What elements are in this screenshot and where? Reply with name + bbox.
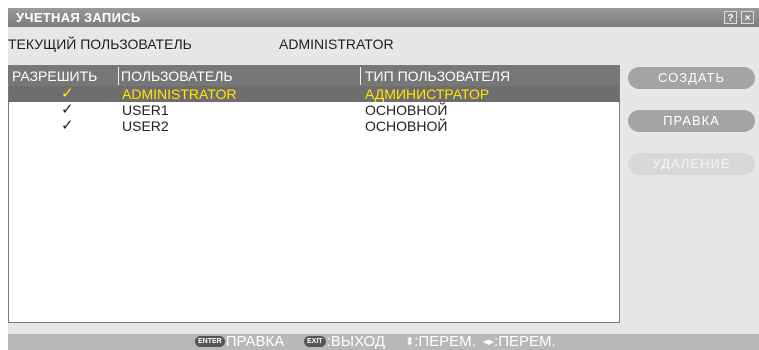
table-header: РАЗРЕШИТЬ ПОЛЬЗОВАТЕЛЬ ТИП ПОЛЬЗОВАТЕЛЯ bbox=[9, 66, 619, 86]
left-right-arrow-icon: ◂▸ bbox=[483, 336, 495, 348]
account-dialog: УЧЕТНАЯ ЗАПИСЬ ? × ТЕКУЩИЙ ПОЛЬЗОВАТЕЛЬ … bbox=[8, 8, 759, 350]
current-user-label: ТЕКУЩИЙ ПОЛЬЗОВАТЕЛЬ bbox=[8, 36, 192, 52]
user-name-cell: ADMINISTRATOR bbox=[122, 86, 237, 102]
dialog-title: УЧЕТНАЯ ЗАПИСЬ bbox=[16, 10, 141, 25]
column-header-enable: РАЗРЕШИТЬ bbox=[12, 68, 98, 84]
footer-enter-hint: ENTER ПРАВКА bbox=[195, 334, 284, 350]
check-icon[interactable]: ✓ bbox=[61, 118, 74, 134]
user-name-cell: USER1 bbox=[122, 102, 169, 118]
user-type-cell: ОСНОВНОЙ bbox=[365, 118, 448, 134]
user-table: РАЗРЕШИТЬ ПОЛЬЗОВАТЕЛЬ ТИП ПОЛЬЗОВАТЕЛЯ … bbox=[8, 65, 620, 323]
check-icon[interactable]: ✓ bbox=[61, 102, 74, 118]
close-icon[interactable]: × bbox=[741, 11, 754, 24]
title-bar: УЧЕТНАЯ ЗАПИСЬ ? × bbox=[8, 8, 759, 27]
user-type-cell: ОСНОВНОЙ bbox=[365, 102, 448, 118]
footer-hint-bar: ENTER ПРАВКА EXIT:ВЫХОД ⬍:ПЕРЕМ. ◂▸:ПЕРЕМ… bbox=[8, 334, 759, 350]
help-icon[interactable]: ? bbox=[724, 11, 737, 24]
leftright-hint-label: :ПЕРЕМ. bbox=[494, 333, 556, 350]
exit-key-icon: EXIT bbox=[304, 336, 326, 347]
footer-exit-hint: EXIT:ВЫХОД bbox=[304, 334, 385, 350]
enter-hint-label: ПРАВКА bbox=[225, 333, 285, 350]
delete-button[interactable]: УДАЛЕНИЕ bbox=[628, 153, 755, 175]
current-user-value: ADMINISTRATOR bbox=[279, 36, 394, 52]
user-name-cell: USER2 bbox=[122, 118, 169, 134]
create-button[interactable]: СОЗДАТЬ bbox=[628, 67, 755, 89]
table-row[interactable]: ✓ USER2 ОСНОВНОЙ bbox=[9, 118, 619, 135]
footer-updown-hint: ⬍:ПЕРЕМ. bbox=[405, 334, 476, 350]
edit-button[interactable]: ПРАВКА bbox=[628, 110, 755, 132]
column-header-user: ПОЛЬЗОВАТЕЛЬ bbox=[121, 68, 233, 84]
up-down-arrow-icon: ⬍ bbox=[405, 336, 415, 348]
column-header-user-type: ТИП ПОЛЬЗОВАТЕЛЯ bbox=[365, 68, 511, 84]
user-type-cell: АДМИНИСТРАТОР bbox=[365, 86, 490, 102]
enter-key-icon: ENTER bbox=[195, 336, 225, 347]
check-icon[interactable]: ✓ bbox=[61, 86, 74, 102]
table-row[interactable]: ✓ ADMINISTRATOR АДМИНИСТРАТОР bbox=[9, 86, 619, 102]
updown-hint-label: :ПЕРЕМ. bbox=[414, 333, 476, 350]
column-divider bbox=[118, 67, 119, 85]
column-divider bbox=[360, 67, 361, 85]
exit-hint-label: :ВЫХОД bbox=[326, 333, 386, 350]
footer-leftright-hint: ◂▸:ПЕРЕМ. bbox=[483, 334, 556, 350]
table-row[interactable]: ✓ USER1 ОСНОВНОЙ bbox=[9, 102, 619, 119]
